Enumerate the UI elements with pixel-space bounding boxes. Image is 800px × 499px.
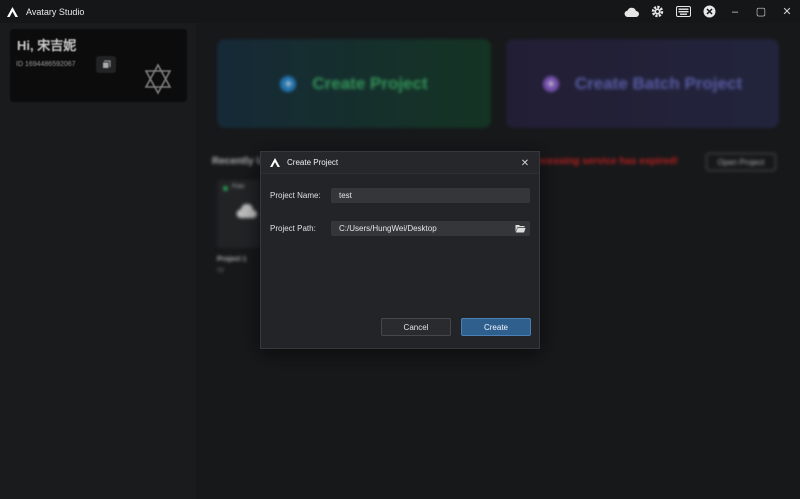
app-logo-icon	[6, 6, 18, 18]
project-name-input[interactable]: test	[331, 188, 530, 203]
minimize-button[interactable]: –	[722, 0, 748, 23]
project-path-value: C:/Users/HungWei/Desktop	[339, 224, 437, 233]
create-button[interactable]: Create	[461, 318, 531, 336]
cancel-button[interactable]: Cancel	[381, 318, 451, 336]
app-logo-icon	[269, 157, 281, 169]
create-project-dialog: Create Project ✕ Project Name: test Proj…	[260, 151, 540, 349]
folder-open-icon[interactable]	[514, 223, 526, 234]
maximize-button[interactable]: ▢	[748, 0, 774, 23]
gear-icon[interactable]	[644, 0, 670, 23]
project-name-label: Project Name:	[270, 191, 321, 200]
cloud-icon[interactable]	[618, 0, 644, 23]
project-path-label: Project Path:	[270, 224, 316, 233]
app-window: Avatary Studio – ▢ ✕ Hi, 宋吉妮 ID 16944865…	[0, 0, 800, 499]
close-button[interactable]: ✕	[774, 0, 800, 23]
app-title: Avatary Studio	[26, 6, 85, 17]
dialog-close-icon[interactable]: ✕	[519, 157, 531, 169]
dialog-title: Create Project	[287, 158, 339, 167]
title-bar: Avatary Studio – ▢ ✕	[0, 0, 800, 23]
avatar-icon[interactable]	[696, 0, 722, 23]
keyboard-icon[interactable]	[670, 0, 696, 23]
project-path-input[interactable]: C:/Users/HungWei/Desktop	[331, 221, 530, 236]
dialog-header: Create Project ✕	[261, 152, 539, 174]
project-name-value: test	[339, 191, 352, 200]
